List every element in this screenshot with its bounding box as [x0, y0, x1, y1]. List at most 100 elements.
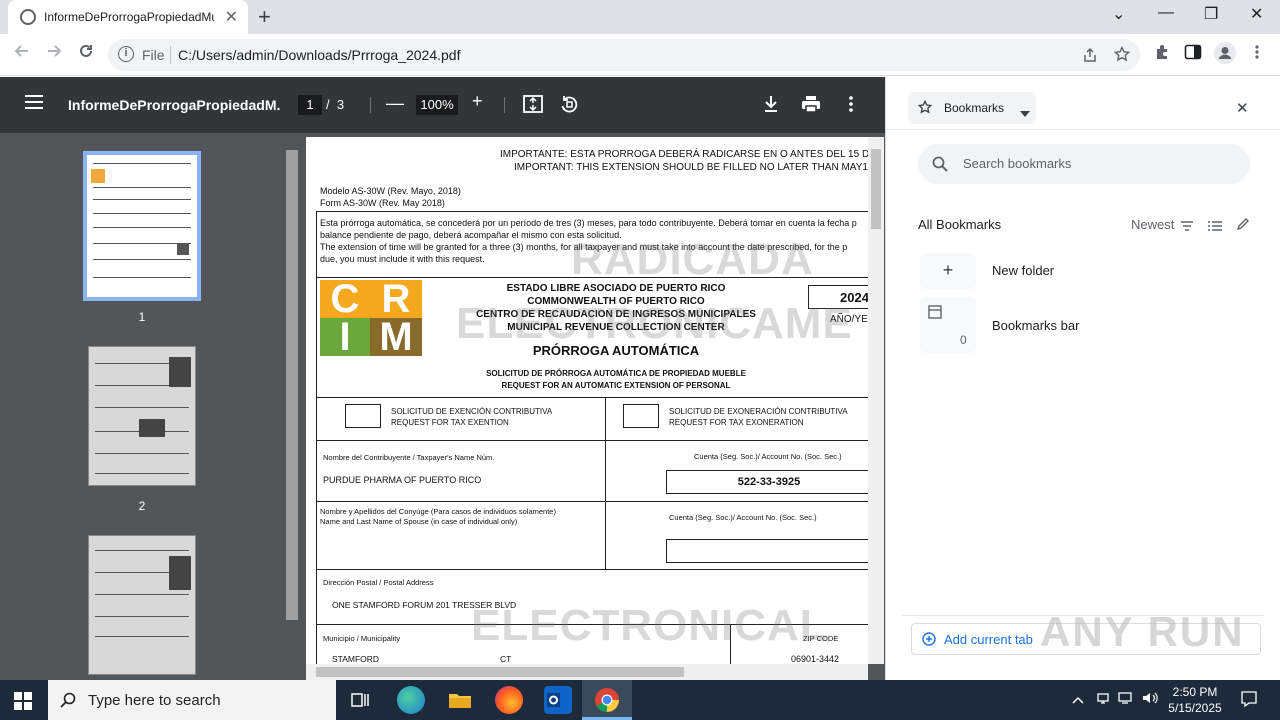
zoom-in-button[interactable]: + [472, 91, 483, 112]
menu-icon[interactable] [25, 95, 43, 109]
important-notice-es: IMPORTANTE: ESTA PRORROGA DEBERÁ RADICAR… [500, 149, 868, 160]
thumbnail-block [169, 556, 191, 590]
fit-page-icon[interactable] [523, 95, 543, 118]
folder-count: 0 [960, 333, 967, 347]
scroll-thumb[interactable] [316, 667, 684, 677]
rotate-icon[interactable] [560, 95, 578, 118]
url-scheme: File [142, 47, 165, 63]
search-icon [60, 692, 76, 713]
spouse-account-box[interactable] [666, 539, 868, 563]
form-model-es: Modelo AS-30W (Rev. Mayo, 2018) [320, 186, 461, 196]
folder-tile: 0 [920, 297, 976, 353]
download-icon[interactable] [763, 95, 779, 118]
url-text[interactable]: C:/Users/admin/Downloads/Prrroga_2024.pd… [178, 47, 460, 63]
tab-search-icon[interactable]: ⌄ [1112, 4, 1125, 24]
page-number-input[interactable]: 1 [298, 95, 322, 115]
address-bar[interactable]: i File C:/Users/admin/Downloads/Prrroga_… [108, 39, 1140, 71]
divider [886, 129, 1280, 130]
monitor-icon[interactable] [1118, 691, 1134, 708]
extensions-icon[interactable] [1154, 44, 1170, 65]
total-pages: 3 [336, 97, 345, 112]
tab-close-icon[interactable]: ✕ [225, 7, 238, 27]
form-model-en: Form AS-30W (Rev. May 2018) [320, 198, 445, 208]
thumbnail-line [95, 616, 189, 617]
edit-icon[interactable] [1236, 217, 1250, 236]
pdf-page[interactable]: IMPORTANTE: ESTA PRORROGA DEBERÁ RADICAR… [306, 137, 868, 664]
page-separator: / [326, 97, 330, 112]
info-icon[interactable]: i [118, 46, 134, 62]
bookmarks-header-dropdown[interactable]: Bookmarks [908, 92, 1036, 124]
watermark-electronical: ELECTRONICAL [471, 601, 828, 650]
logo-i: I [320, 317, 370, 357]
close-panel-button[interactable]: ✕ [1236, 99, 1249, 117]
new-folder-button[interactable]: + New folder [920, 253, 1250, 289]
volume-icon[interactable] [1142, 691, 1158, 708]
thumbnail-page-3[interactable] [88, 535, 196, 675]
share-icon[interactable] [1082, 47, 1098, 68]
plus-icon: + [920, 253, 976, 289]
rule [316, 569, 868, 570]
side-panel-icon[interactable] [1184, 43, 1202, 66]
bookmarks-bar-folder[interactable]: 0 Bookmarks bar [920, 297, 1250, 353]
thumbnail-line [95, 453, 189, 454]
star-icon[interactable] [1113, 45, 1131, 67]
page-vertical-scrollbar[interactable] [868, 137, 884, 664]
sort-button[interactable]: Newest [1131, 217, 1174, 232]
maximize-button[interactable]: ❐ [1204, 4, 1218, 24]
bookmarks-search-input[interactable]: Search bookmarks [918, 144, 1250, 184]
firefox-icon[interactable] [495, 686, 523, 714]
bookmarks-panel: Bookmarks ✕ Search bookmarks All Bookmar… [885, 77, 1280, 680]
spouse-label-2: Name and Last Name of Spouse (in case of… [320, 517, 518, 526]
viewer-scrollbar[interactable] [286, 150, 298, 620]
taskbar-clock[interactable]: 2:50 PM 5/15/2025 [1162, 684, 1228, 716]
print-icon[interactable] [801, 95, 821, 118]
pdf-more-icon[interactable] [848, 96, 854, 117]
sort-icon[interactable] [1180, 219, 1194, 237]
reload-icon[interactable] [78, 43, 94, 64]
notification-icon[interactable] [1240, 690, 1258, 711]
page-horizontal-scrollbar[interactable] [306, 664, 868, 680]
minimize-button[interactable]: — [1158, 4, 1174, 22]
profile-icon[interactable] [1214, 42, 1236, 69]
exoneration-checkbox[interactable] [623, 404, 659, 428]
exemption-en: REQUEST FOR TAX EXENTION [391, 418, 509, 427]
windows-start-icon[interactable] [14, 692, 32, 710]
thumbnail-page-2[interactable] [88, 346, 196, 486]
rule [316, 397, 868, 398]
chevron-up-icon[interactable] [1072, 691, 1084, 707]
list-view-icon[interactable] [1208, 219, 1222, 237]
outlook-icon[interactable] [544, 686, 572, 714]
divider [504, 97, 505, 113]
edge-icon[interactable] [397, 686, 425, 714]
scroll-thumb[interactable] [871, 149, 881, 229]
browser-toolbar: i File C:/Users/admin/Downloads/Prrroga_… [0, 34, 1280, 76]
important-notice-en: IMPORTANT: THIS EXTENSION SHOULD BE FILL… [514, 162, 868, 173]
request-en: REQUEST FOR AN AUTOMATIC EXTENSION OF PE… [501, 381, 731, 390]
rule [605, 397, 606, 569]
more-icon[interactable] [1254, 44, 1260, 65]
zoom-out-button[interactable]: — [386, 93, 404, 114]
close-window-button[interactable]: ✕ [1250, 4, 1263, 24]
taskbar-search-box[interactable]: Type here to search [48, 680, 336, 720]
file-explorer-icon[interactable] [446, 686, 474, 714]
arrow-left-icon[interactable] [14, 43, 30, 64]
arrow-right-icon[interactable] [46, 43, 62, 64]
zoom-input[interactable]: 100% [416, 95, 458, 115]
thumbnail-page-1[interactable] [83, 151, 201, 301]
taxpayer-label: Nombre del Contribuyente / Taxpayer's Na… [323, 453, 495, 462]
thumbnail-line [95, 636, 189, 637]
network-icon[interactable] [1096, 691, 1110, 708]
pdf-toolbar: InformeDeProrrogaPropiedadM... 1 / 3 — 1… [0, 77, 885, 133]
bookmarks-bar-label: Bookmarks bar [992, 318, 1080, 333]
thumbnail-label-1: 1 [138, 310, 146, 324]
new-tab-button[interactable]: + [258, 4, 271, 30]
task-view-icon[interactable] [346, 686, 374, 714]
logo-m: M [370, 317, 422, 357]
taxpayer-name: PURDUE PHARMA OF PUERTO RICO [323, 475, 482, 485]
account-label: Cuenta (Seg. Soc.)/ Account No. (Soc. Se… [694, 452, 842, 461]
divider [170, 46, 171, 64]
exemption-checkbox[interactable] [345, 404, 381, 428]
browser-tab[interactable]: InformeDeProrrogaPropiedadMueble ✕ [8, 0, 248, 34]
tab-title: InformeDeProrrogaPropiedadMueble [44, 10, 214, 24]
chrome-icon[interactable] [593, 686, 621, 714]
